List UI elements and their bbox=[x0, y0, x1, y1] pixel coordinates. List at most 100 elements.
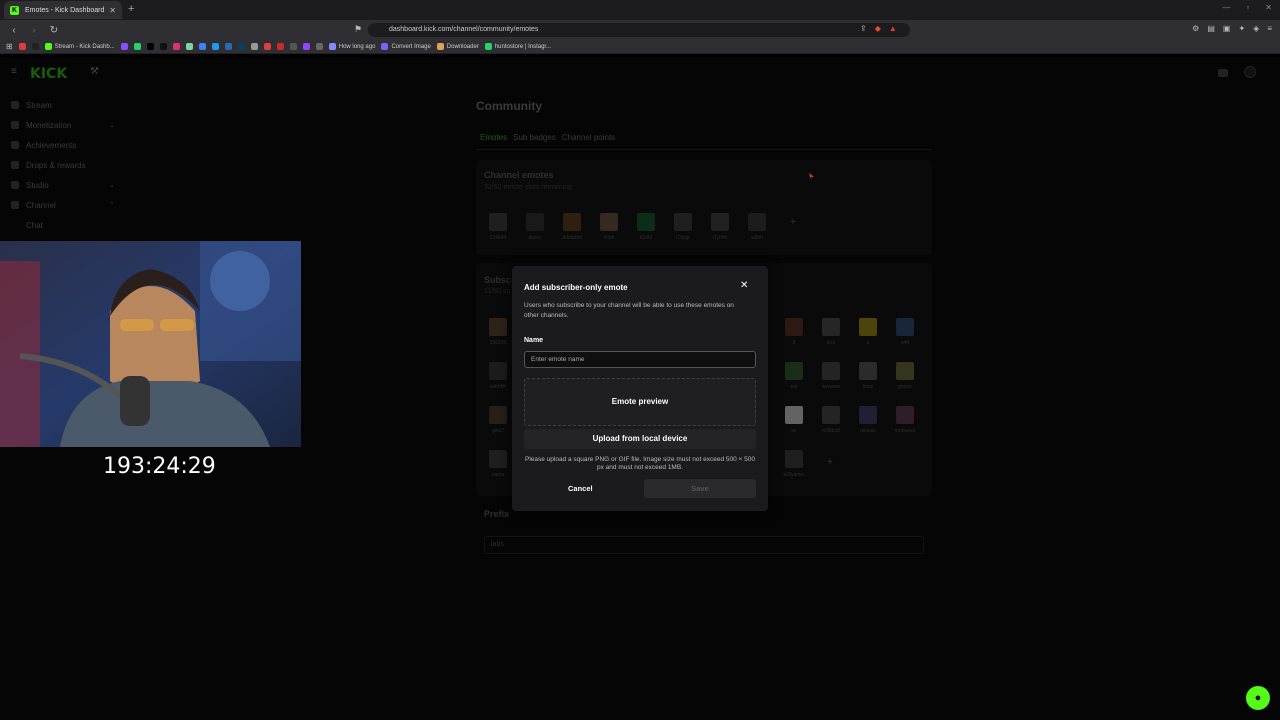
vpn-icon[interactable]: ◈ bbox=[1253, 24, 1259, 33]
emote-item[interactable]: i7yhhh bbox=[706, 213, 734, 241]
brave-shield-icon[interactable]: ◆ bbox=[875, 24, 881, 33]
extension-icon[interactable]: ⚙ bbox=[1192, 24, 1199, 33]
bookmark-page-icon[interactable]: ⚑ bbox=[354, 24, 362, 35]
emote-item[interactable]: hhhh bbox=[595, 213, 623, 241]
bookmark-item[interactable]: Convert Image bbox=[381, 43, 431, 50]
ai-icon[interactable]: ✦ bbox=[1238, 24, 1245, 33]
emote-name-input[interactable]: Enter emote name bbox=[524, 351, 756, 368]
emote-item[interactable]: mokaeed bbox=[891, 406, 919, 434]
bookmark-item[interactable] bbox=[31, 43, 39, 50]
hammer-icon[interactable]: ⚒ bbox=[90, 66, 99, 77]
notifications-icon[interactable] bbox=[1218, 69, 1228, 77]
bookmark-item[interactable] bbox=[315, 43, 323, 50]
tab-sub-badges[interactable]: Sub badges bbox=[513, 133, 556, 142]
prefix-input[interactable]: iabs bbox=[484, 536, 924, 554]
tab-channel-points[interactable]: Channel points bbox=[562, 133, 615, 142]
emote-item[interactable]: wwwww bbox=[817, 362, 845, 390]
bookmark-item[interactable] bbox=[211, 43, 219, 50]
save-button[interactable]: Save bbox=[644, 479, 756, 498]
emote-item[interactable]: mklaas bbox=[854, 406, 882, 434]
share-icon[interactable]: ⇪ bbox=[860, 24, 867, 33]
emote-name: KSA1 bbox=[639, 235, 653, 241]
emote-preview-dropzone[interactable]: Emote preview bbox=[524, 378, 756, 426]
emote-item[interactable]: eat bbox=[780, 362, 808, 390]
sidebar-item-monetization[interactable]: Monetization ⌄ bbox=[0, 115, 130, 135]
bookmark-item[interactable] bbox=[159, 43, 167, 50]
tab-emotes[interactable]: Emotes bbox=[480, 133, 507, 142]
bookmark-item[interactable] bbox=[263, 43, 271, 50]
minimize-icon[interactable]: — bbox=[1222, 3, 1230, 12]
emote-item[interactable]: ibrd bbox=[817, 318, 845, 346]
sidebar-item-icon bbox=[11, 181, 19, 189]
bookmark-item[interactable]: Downloader bbox=[436, 43, 479, 50]
sidebar-item-drops-rewards[interactable]: Drops & rewards bbox=[0, 155, 130, 175]
bookmark-favicon-icon bbox=[31, 43, 39, 50]
apps-grid-icon[interactable]: ⊞ bbox=[6, 42, 13, 51]
browser-tab[interactable]: K Emotes - Kick Dashboard ✕ bbox=[4, 1, 122, 19]
bookmark-item[interactable] bbox=[133, 43, 141, 50]
hamburger-menu-icon[interactable]: ≡ bbox=[11, 66, 17, 77]
emote-item[interactable]: so bbox=[780, 406, 808, 434]
bookmark-item[interactable]: Stream - Kick Dashb... bbox=[44, 43, 115, 50]
kick-logo[interactable]: KICK bbox=[30, 66, 67, 82]
bookmark-item[interactable]: huntostore | Instagr... bbox=[484, 43, 551, 50]
menu-icon[interactable]: ≡ bbox=[1267, 24, 1272, 33]
emote-item[interactable]: KSA1 bbox=[632, 213, 660, 241]
bookmark-item[interactable] bbox=[198, 43, 206, 50]
sidebar-item-stream[interactable]: Stream bbox=[0, 95, 130, 115]
bookmark-item[interactable] bbox=[276, 43, 284, 50]
brave-rewards-icon[interactable]: ▲ bbox=[889, 24, 897, 33]
emote-item[interactable]: w3lyamm bbox=[780, 450, 808, 478]
emote-item[interactable]: floas bbox=[854, 362, 882, 390]
emote-item[interactable]: nasra bbox=[484, 450, 512, 478]
forward-icon[interactable]: › bbox=[28, 25, 40, 36]
user-avatar[interactable] bbox=[1244, 66, 1256, 78]
emote-item[interactable]: goooo bbox=[891, 362, 919, 390]
sidebar-item-channel[interactable]: Channel ⌃ bbox=[0, 195, 130, 215]
emote-item[interactable]: a bbox=[854, 318, 882, 346]
reload-icon[interactable]: ↻ bbox=[48, 25, 60, 36]
support-chat-button[interactable]: ● bbox=[1246, 686, 1270, 710]
bookmark-item[interactable] bbox=[18, 43, 26, 50]
emote-item[interactable]: ddddddd bbox=[558, 213, 586, 241]
emote-item[interactable]: 8 bbox=[780, 318, 808, 346]
emote-item[interactable]: ashhhh bbox=[484, 362, 512, 390]
emote-item[interactable]: dance bbox=[521, 213, 549, 241]
bookmark-item[interactable] bbox=[146, 43, 154, 50]
close-tab-icon[interactable]: ✕ bbox=[109, 6, 116, 15]
bookmark-item[interactable] bbox=[302, 43, 310, 50]
bookmark-item[interactable] bbox=[172, 43, 180, 50]
emote-item[interactable]: a4ff bbox=[891, 318, 919, 346]
maximize-icon[interactable]: ▫ bbox=[1246, 3, 1249, 12]
new-tab-icon[interactable]: + bbox=[128, 3, 134, 15]
chevron-icon[interactable]: ⌄ bbox=[109, 181, 115, 189]
bookmark-item[interactable] bbox=[250, 43, 258, 50]
bookmark-item[interactable] bbox=[224, 43, 232, 50]
add-emote-icon[interactable]: + bbox=[790, 217, 796, 228]
emote-item[interactable]: m38bb8 bbox=[817, 406, 845, 434]
close-icon[interactable]: ✕ bbox=[740, 280, 748, 291]
wallet-icon[interactable]: ▣ bbox=[1223, 24, 1231, 33]
chevron-icon[interactable]: ⌄ bbox=[109, 121, 115, 129]
chevron-icon[interactable]: ⌃ bbox=[109, 201, 115, 209]
cancel-button[interactable]: Cancel bbox=[568, 484, 593, 493]
emote-item[interactable]: t79pgr bbox=[669, 213, 697, 241]
bookmark-item[interactable]: How long ago bbox=[328, 43, 375, 50]
close-window-icon[interactable]: ✕ bbox=[1265, 3, 1272, 12]
bookmark-item[interactable] bbox=[237, 43, 245, 50]
emote-item[interactable]: 236235 bbox=[484, 318, 512, 346]
sidebar-item-studio[interactable]: Studio ⌄ bbox=[0, 175, 130, 195]
upload-button[interactable]: Upload from local device bbox=[524, 429, 756, 449]
sidebar-item-chat[interactable]: Chat bbox=[0, 215, 130, 235]
emote-item[interactable]: 224244 bbox=[484, 213, 512, 241]
sidebar-toggle-icon[interactable]: ▤ bbox=[1207, 24, 1215, 33]
bookmark-item[interactable] bbox=[120, 43, 128, 50]
add-sub-emote-icon[interactable]: + bbox=[827, 457, 833, 468]
bookmark-item[interactable] bbox=[289, 43, 297, 50]
url-field[interactable]: dashboard.kick.com/channel/community/emo… bbox=[368, 23, 910, 37]
back-icon[interactable]: ‹ bbox=[8, 25, 20, 36]
emote-item[interactable]: w8hh bbox=[743, 213, 771, 241]
sidebar-item-achievements[interactable]: Achievements bbox=[0, 135, 130, 155]
bookmark-item[interactable] bbox=[185, 43, 193, 50]
emote-item[interactable]: gisa7 bbox=[484, 406, 512, 434]
